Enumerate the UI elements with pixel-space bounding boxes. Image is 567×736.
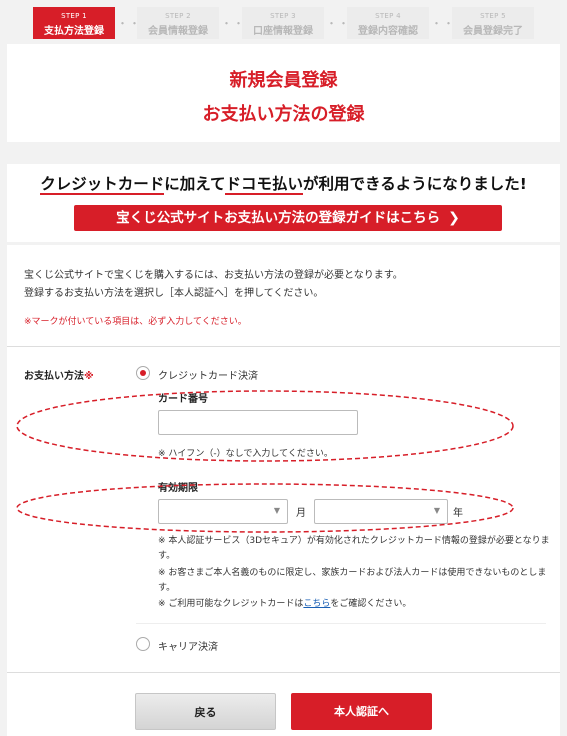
page-subtitle: お支払い方法の登録: [202, 104, 365, 125]
intro-text: 宝くじ公式サイトで宝くじを購入するには、お支払い方法の登録が必要となります。 登…: [24, 267, 403, 303]
banner-text: に加えて: [164, 175, 226, 193]
available-cards-link[interactable]: こちら: [303, 599, 330, 609]
card-number-label: カード番号: [158, 394, 208, 405]
dropdown-arrow-icon: ▼: [433, 506, 440, 515]
step-3-label: 口座情報登録: [253, 26, 313, 37]
divider: [7, 672, 560, 673]
step-4-label: 登録内容確認: [358, 26, 418, 37]
required-mark: ※: [84, 371, 94, 382]
required-note: ※マークが付いている項目は、必ず入力してください。: [24, 314, 247, 327]
divider: [7, 346, 560, 347]
payment-guide-button[interactable]: 宝くじ公式サイトお支払い方法の登録ガイドはこちら ❯: [74, 205, 502, 231]
card-number-note: ※ ハイフン（-）なしで入力してください。: [158, 449, 333, 459]
step-5: STEP 5 会員登録完了: [452, 7, 534, 39]
expiry-label: 有効期限: [158, 483, 198, 494]
page-title: 新規会員登録: [229, 70, 338, 91]
carrier-radio[interactable]: [136, 637, 150, 651]
page-title-card: 新規会員登録 お支払い方法の登録: [7, 44, 560, 142]
payment-method-label-text: お支払い方法: [24, 371, 84, 382]
back-button[interactable]: 戻る: [135, 693, 276, 730]
required-note-mark: ※マーク: [24, 317, 59, 327]
dropdown-arrow-icon: ▼: [273, 506, 280, 515]
step-1-label: 支払方法登録: [44, 26, 104, 37]
expiry-year-select[interactable]: ▼: [314, 499, 448, 524]
year-unit: 年: [453, 508, 463, 519]
required-note-text: が付いている項目は、必ず入力してください。: [58, 317, 247, 327]
credit-card-radio[interactable]: [136, 366, 150, 380]
step-2-number: STEP 2: [165, 12, 191, 20]
step-4-number: STEP 4: [375, 12, 401, 20]
available-cards-text: をご確認ください。: [330, 599, 412, 609]
payment-form: 宝くじ公式サイトで宝くじを購入するには、お支払い方法の登録が必要となります。 登…: [7, 245, 560, 736]
carrier-radio-label[interactable]: キャリア決済: [158, 638, 218, 653]
step-2-label: 会員情報登録: [148, 26, 208, 37]
payment-guide-label: 宝くじ公式サイトお支払い方法の登録ガイドはこちら: [116, 210, 441, 226]
step-2: STEP 2 会員情報登録: [137, 7, 219, 39]
intro-line-1: 宝くじ公式サイトで宝くじを購入するには、お支払い方法の登録が必要となります。: [24, 270, 403, 281]
available-cards-text: ※ ご利用可能なクレジットカードは: [158, 599, 304, 609]
step-1: STEP 1 支払方法登録: [33, 7, 115, 39]
available-cards-note: ※ ご利用可能なクレジットカードはこちらをご確認ください。: [158, 597, 550, 612]
announcement-banner: クレジットカードに加えてドコモ払いが利用できるようになりました! 宝くじ公式サイ…: [7, 164, 560, 242]
banner-docomo-text: ドコモ払い: [225, 175, 303, 195]
step-5-label: 会員登録完了: [463, 26, 523, 37]
expiry-month-select[interactable]: ▼: [158, 499, 288, 524]
intro-line-2: 登録するお支払い方法を選択し［本人認証へ］を押してください。: [24, 288, 324, 299]
step-5-number: STEP 5: [480, 12, 506, 20]
step-1-number: STEP 1: [61, 12, 87, 20]
card-holder-note: ※ お客さまご本人名義のものに限定し、家族カードおよび法人カードは使用できないも…: [158, 568, 547, 593]
credit-card-radio-label[interactable]: クレジットカード決済: [158, 367, 258, 382]
step-indicator: STEP 1 支払方法登録 ・・・ STEP 2 会員情報登録 ・・・ STEP…: [0, 0, 567, 44]
authenticate-button[interactable]: 本人認証へ: [291, 693, 432, 730]
banner-text: が利用できるようになりました!: [303, 175, 527, 193]
step-3-number: STEP 3: [270, 12, 296, 20]
banner-headline: クレジットカードに加えてドコモ払いが利用できるようになりました!: [7, 172, 560, 195]
month-unit: 月: [296, 508, 306, 519]
banner-credit-card-text: クレジットカード: [40, 175, 165, 195]
3d-secure-note: ※ 本人認証サービス（3Dセキュア）が有効化されたクレジットカード情報の登録が必…: [158, 536, 550, 561]
step-3: STEP 3 口座情報登録: [242, 7, 324, 39]
card-number-input[interactable]: [158, 410, 358, 435]
chevron-right-icon: ❯: [448, 210, 460, 226]
step-4: STEP 4 登録内容確認: [347, 7, 429, 39]
payment-method-label: お支払い方法※: [24, 367, 94, 382]
divider: [136, 623, 546, 624]
